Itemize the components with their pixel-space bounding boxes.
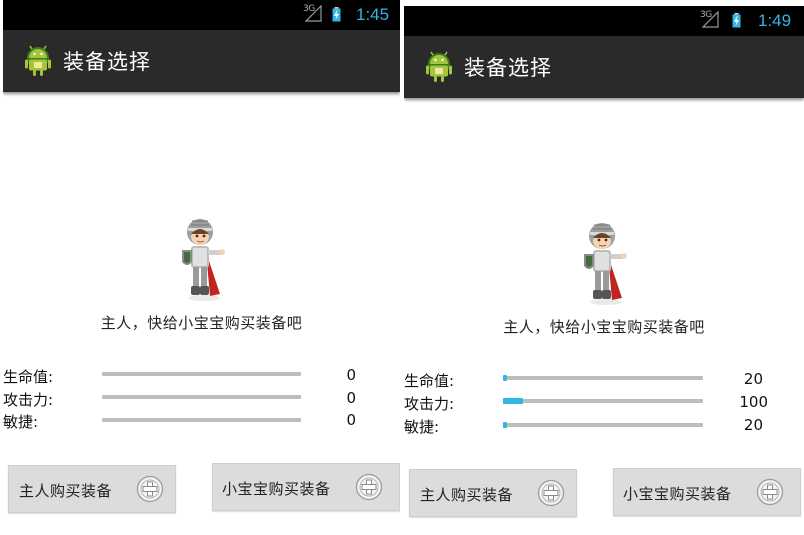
android-robot-icon[interactable] bbox=[23, 44, 53, 78]
stat-value-attack: 100 bbox=[739, 393, 768, 411]
add-circle-icon bbox=[136, 475, 164, 503]
baby-buy-button[interactable]: 小宝宝购买装备 bbox=[613, 468, 801, 516]
stat-value-agility: 0 bbox=[346, 411, 356, 429]
knight-avatar-image bbox=[578, 214, 630, 306]
stat-value-attack: 0 bbox=[346, 389, 356, 407]
battery-charging-icon bbox=[732, 13, 741, 28]
master-buy-button[interactable]: 主人购买装备 bbox=[409, 469, 577, 517]
battery-charging-icon bbox=[332, 7, 341, 22]
phone-screen-left: 3G 1:45 装备选择 主人，快给小宝宝购买装备吧 生命值: 0 攻击力: 0… bbox=[3, 0, 400, 535]
add-circle-icon bbox=[355, 473, 383, 501]
status-bar: 3G 1:49 bbox=[404, 6, 804, 36]
stat-bar-attack[interactable] bbox=[102, 395, 301, 399]
signal-3g-icon: 3G bbox=[303, 4, 323, 22]
prompt-text: 主人，快给小宝宝购买装备吧 bbox=[100, 314, 303, 332]
stat-label-agility: 敏捷: bbox=[3, 413, 39, 431]
baby-buy-button[interactable]: 小宝宝购买装备 bbox=[212, 463, 400, 511]
knight-avatar-image bbox=[176, 210, 228, 302]
stat-bar-hp[interactable] bbox=[102, 372, 301, 376]
stat-label-agility: 敏捷: bbox=[404, 418, 440, 436]
stat-label-attack: 攻击力: bbox=[3, 391, 54, 409]
stat-value-hp: 20 bbox=[743, 370, 763, 388]
stat-bar-agility[interactable] bbox=[503, 422, 703, 428]
android-robot-icon[interactable] bbox=[424, 50, 454, 84]
stat-label-hp: 生命值: bbox=[3, 368, 54, 386]
stat-label-attack: 攻击力: bbox=[404, 395, 455, 413]
stat-label-hp: 生命值: bbox=[404, 372, 455, 390]
stat-value-hp: 0 bbox=[346, 366, 356, 384]
baby-buy-label: 小宝宝购买装备 bbox=[623, 485, 732, 503]
comparison-stage: 3G 1:45 装备选择 主人，快给小宝宝购买装备吧 生命值: 0 攻击力: 0… bbox=[0, 0, 804, 535]
stat-bar-agility[interactable] bbox=[102, 418, 301, 422]
master-buy-button[interactable]: 主人购买装备 bbox=[8, 465, 176, 513]
phone-screen-right: 3G 1:49 装备选择 主人，快给小宝宝购买装备吧 生命值: 20 攻击力: … bbox=[404, 0, 804, 535]
add-circle-icon bbox=[537, 479, 565, 507]
master-buy-label: 主人购买装备 bbox=[420, 486, 514, 504]
status-bar: 3G 1:45 bbox=[3, 0, 400, 30]
prompt-text: 主人，快给小宝宝购买装备吧 bbox=[503, 318, 705, 336]
status-clock: 1:49 bbox=[758, 11, 792, 30]
master-buy-label: 主人购买装备 bbox=[19, 482, 113, 500]
action-bar: 装备选择 bbox=[3, 30, 400, 92]
baby-buy-label: 小宝宝购买装备 bbox=[222, 480, 331, 498]
add-circle-icon bbox=[756, 478, 784, 506]
stat-bar-attack[interactable] bbox=[503, 398, 703, 404]
page-title: 装备选择 bbox=[63, 50, 151, 74]
page-title: 装备选择 bbox=[464, 56, 552, 80]
stat-bar-hp[interactable] bbox=[503, 375, 703, 381]
stat-value-agility: 20 bbox=[743, 416, 763, 434]
status-clock: 1:45 bbox=[356, 5, 390, 24]
signal-3g-icon: 3G bbox=[700, 10, 720, 28]
action-bar: 装备选择 bbox=[404, 36, 804, 98]
